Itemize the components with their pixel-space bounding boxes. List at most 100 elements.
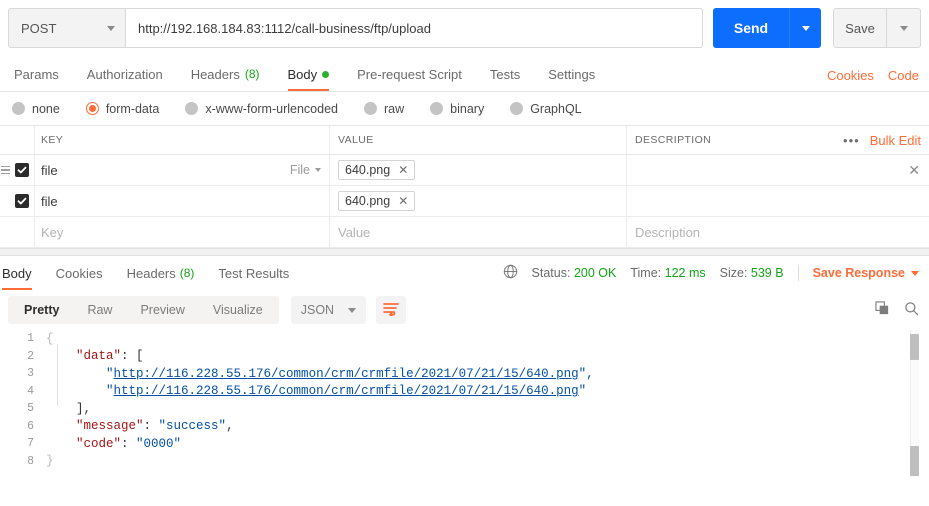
form-data-table: KEY VALUE DESCRIPTION ••• Bulk Edit file… <box>0 125 929 248</box>
tab-pre-request-script[interactable]: Pre-request Script <box>343 57 476 91</box>
divider <box>797 265 799 281</box>
delete-row-icon[interactable]: ✕ <box>908 162 920 179</box>
json-scrollbar-thumb-bottom[interactable] <box>910 446 919 476</box>
tab-label: Authorization <box>86 66 163 82</box>
line-number: 8 <box>27 454 34 468</box>
radio-icon <box>185 102 199 115</box>
chevron-down-icon <box>911 270 919 276</box>
request-tabs: Params Authorization Headers (8) Body Pr… <box>0 57 929 92</box>
view-mode-visualize[interactable]: Visualize <box>199 296 277 324</box>
response-format-select[interactable]: JSON <box>290 296 367 324</box>
view-mode-raw[interactable]: Raw <box>73 296 126 324</box>
request-url-bar: POST http://192.168.184.83:1112/call-bus… <box>0 0 929 57</box>
tab-label: Settings <box>548 66 596 82</box>
view-mode-preview[interactable]: Preview <box>126 296 198 324</box>
body-type-raw[interactable]: raw <box>364 102 404 116</box>
chevron-down-icon <box>348 307 357 313</box>
cookies-link[interactable]: Cookies <box>827 68 874 83</box>
drag-handle-icon[interactable] <box>1 165 10 175</box>
json-url-link[interactable]: http://116.228.55.176/common/crm/crmfile… <box>114 384 579 398</box>
file-chip[interactable]: 640.png ✕ <box>338 191 416 211</box>
send-button[interactable]: Send <box>713 8 789 48</box>
send-button-group: Send <box>713 8 821 48</box>
new-row-value-cell[interactable]: Value <box>329 217 626 247</box>
status-label: Status: <box>531 266 571 280</box>
copy-icon[interactable] <box>875 301 890 319</box>
wrap-lines-button[interactable] <box>376 296 407 324</box>
row-key-cell[interactable]: file File <box>34 155 329 185</box>
bulk-edit-link[interactable]: Bulk Edit <box>870 133 921 148</box>
row-description-cell[interactable] <box>626 186 929 216</box>
file-chip[interactable]: 640.png ✕ <box>338 160 416 180</box>
save-options-button[interactable] <box>887 8 921 48</box>
body-type-none[interactable]: none <box>12 102 60 116</box>
json-url-link[interactable]: http://116.228.55.176/common/crm/crmfile… <box>114 367 579 381</box>
time-value: 122 ms <box>664 266 706 280</box>
tab-params[interactable]: Params <box>0 57 73 91</box>
row-type-value: File <box>289 163 310 177</box>
tab-settings[interactable]: Settings <box>534 57 609 91</box>
body-type-binary[interactable]: binary <box>430 102 484 116</box>
save-button[interactable]: Save <box>833 8 887 48</box>
code-link[interactable]: Code <box>888 68 919 83</box>
tab-authorization[interactable]: Authorization <box>73 57 177 91</box>
tab-label: Params <box>14 66 59 82</box>
row-value-cell[interactable]: 640.png ✕ <box>329 186 626 216</box>
new-row-description-cell[interactable]: Description <box>626 217 929 247</box>
code-text: ], <box>46 402 91 416</box>
row-type-select[interactable]: File <box>290 163 329 177</box>
code-text: } <box>46 454 54 468</box>
row-value-cell[interactable]: 640.png ✕ <box>329 155 626 185</box>
code-line: 8} <box>0 453 929 471</box>
request-url-value: http://192.168.184.83:1112/call-business… <box>138 20 431 36</box>
response-view-mode-group: Pretty Raw Preview Visualize <box>8 296 279 324</box>
row-enabled-checkbox[interactable] <box>15 194 29 208</box>
response-tab-cookies[interactable]: Cookies <box>44 257 115 290</box>
status-value: 200 OK <box>573 266 617 280</box>
table-row-new[interactable]: Key Value Description <box>0 217 929 248</box>
tab-label: Pre-request Script <box>357 66 462 82</box>
code-line: 3 "http://116.228.55.176/common/crm/crmf… <box>0 365 929 383</box>
tab-body[interactable]: Body <box>274 57 344 91</box>
response-tab-headers[interactable]: Headers (8) <box>115 257 207 290</box>
view-mode-pretty[interactable]: Pretty <box>10 296 73 324</box>
new-row-key-cell[interactable]: Key <box>34 217 329 247</box>
table-row[interactable]: file File 640.png ✕ ✕ <box>0 155 929 186</box>
row-enabled-checkbox-empty[interactable] <box>15 225 29 239</box>
row-key-cell[interactable]: file <box>34 186 329 216</box>
tab-headers[interactable]: Headers (8) <box>177 57 274 91</box>
file-chip-name: 640.png <box>345 163 391 177</box>
response-body-json-viewer[interactable]: 1{2 "data": [3 "http://116.228.55.176/co… <box>0 330 929 478</box>
body-type-x-www-form-urlencoded[interactable]: x-www-form-urlencoded <box>185 102 338 116</box>
table-row[interactable]: file 640.png ✕ <box>0 186 929 217</box>
remove-file-icon[interactable]: ✕ <box>398 163 408 177</box>
tab-label: Headers <box>190 66 240 82</box>
size-metric: Size: 539 B <box>720 266 784 280</box>
new-row-value-placeholder: Value <box>338 224 371 240</box>
status-metric: Status: 200 OK <box>532 266 617 280</box>
response-tab-body[interactable]: Body <box>0 257 44 290</box>
json-token: : <box>121 436 137 451</box>
row-description-cell[interactable] <box>626 155 929 185</box>
code-text: "http://116.228.55.176/common/crm/crmfil… <box>46 384 586 398</box>
send-options-button[interactable] <box>789 8 821 48</box>
globe-icon[interactable] <box>503 264 518 282</box>
row-enabled-checkbox[interactable] <box>15 163 29 177</box>
row-handle-cell <box>0 225 34 239</box>
body-type-form-data[interactable]: form-data <box>85 102 159 116</box>
save-button-group: Save <box>833 8 921 48</box>
tab-tests[interactable]: Tests <box>476 57 534 91</box>
response-pane-divider[interactable] <box>0 248 929 256</box>
save-response-button[interactable]: Save Response <box>813 266 919 280</box>
response-tab-test-results[interactable]: Test Results <box>206 257 301 290</box>
http-method-select[interactable]: POST <box>8 8 126 48</box>
radio-label: raw <box>384 101 405 116</box>
remove-file-icon[interactable]: ✕ <box>398 194 408 208</box>
body-type-graphql[interactable]: GraphQL <box>510 102 582 116</box>
code-line: 5 ], <box>0 400 929 418</box>
request-url-input[interactable]: http://192.168.184.83:1112/call-business… <box>126 8 703 48</box>
search-icon[interactable] <box>904 301 919 319</box>
json-scrollbar-thumb-top[interactable] <box>910 334 919 360</box>
line-number: 1 <box>27 332 34 346</box>
more-options-icon[interactable]: ••• <box>843 133 860 148</box>
